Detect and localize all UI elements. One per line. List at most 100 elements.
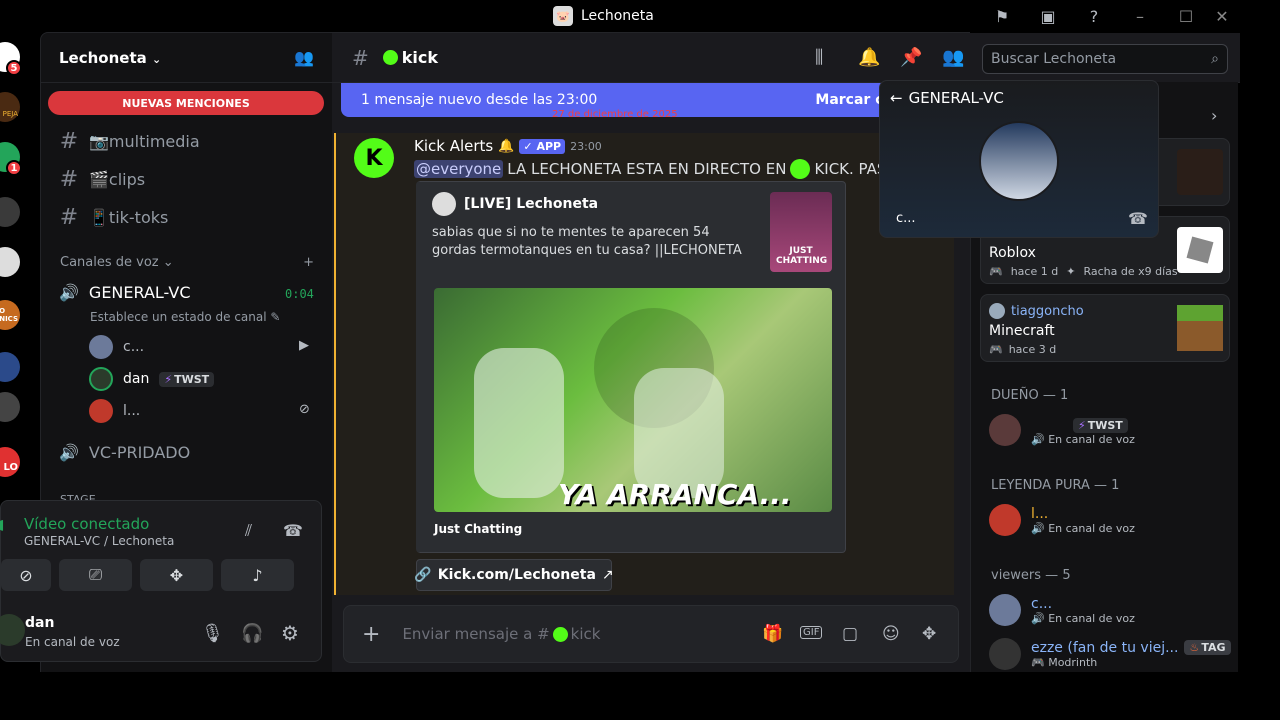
soundboard-button[interactable]: ♪ — [221, 559, 294, 591]
help-icon[interactable]: ? — [1084, 6, 1104, 26]
chevron-right-icon[interactable]: › — [1211, 106, 1217, 125]
voice-channel-general[interactable]: 🔊 GENERAL-VC — [59, 283, 191, 302]
server-icon[interactable] — [0, 197, 20, 227]
avatar — [989, 414, 1021, 446]
notification-bell-icon[interactable]: 🔔 — [858, 47, 880, 68]
voice-user[interactable]: l... — [89, 399, 140, 423]
voice-user[interactable]: dan ⚡ TWST — [89, 367, 215, 391]
embed-thumbnail[interactable]: JUST CHATTING — [770, 192, 832, 272]
avatar — [89, 335, 113, 359]
channel-item-multimedia[interactable]: # 📷 multimedia — [59, 129, 200, 154]
muted-mic-icon: ⊘ — [299, 402, 310, 417]
screen-share-icon[interactable]: ▣ — [1038, 6, 1058, 26]
microphone-icon[interactable]: 🎙 — [201, 623, 224, 644]
server-icon[interactable]: 5 — [0, 42, 22, 76]
voice-timer: 0:04 — [285, 287, 314, 301]
camera-off-icon: ⊘ — [19, 565, 33, 585]
message-header: Kick Alerts 🔔 ✓ APP 23:00 — [414, 137, 602, 155]
add-member-icon[interactable]: 👥 — [294, 48, 314, 67]
server-icon[interactable] — [0, 392, 20, 422]
add-channel-icon[interactable]: + — [303, 255, 314, 270]
channel-item-tik-toks[interactable]: # 📱 tik-toks — [59, 205, 169, 230]
search-icon: ⌕ — [1211, 51, 1219, 67]
pin-icon[interactable]: 📌 — [900, 47, 922, 68]
embed-image[interactable]: YA ARRANCA... — [434, 288, 832, 512]
rtc-channel[interactable]: GENERAL-VC / Lechoneta — [24, 534, 174, 548]
back-arrow-icon[interactable]: ← — [890, 89, 903, 107]
date-divider: 27 de diciembre de 2025 — [552, 109, 678, 120]
game-art-icon — [1177, 149, 1223, 195]
member-list-icon[interactable]: 👥 — [942, 47, 964, 68]
channel-header: # kick ⫼ 🔔 📌 👥 Buscar Lechoneta ⌕ — [332, 33, 1240, 83]
message-input[interactable]: Enviar mensaje a # kick — [402, 625, 600, 643]
speaker-icon: 🔊 — [59, 443, 79, 462]
voice-user[interactable]: c... — [89, 335, 144, 359]
hash-icon: # — [59, 129, 79, 154]
user-tag: ⚡ TWST — [159, 371, 215, 387]
user-tag: ♨ TAG — [1184, 640, 1231, 655]
everyone-mention[interactable]: @everyone — [414, 160, 504, 178]
voice-icon: 🔊 — [1031, 521, 1045, 535]
popout-header[interactable]: ← GENERAL-VC — [890, 89, 1004, 107]
sticker-icon[interactable]: ▢ — [842, 624, 858, 644]
member-item[interactable]: ezze (fan de tu viej... ♨ TAG 🎮 Modrinth — [989, 638, 1231, 670]
add-attachment-icon[interactable]: + — [362, 622, 380, 647]
mention-badge: 1 — [6, 160, 22, 176]
screen-share-button[interactable]: ⎚ — [59, 559, 132, 591]
noise-suppression-icon[interactable]: ⫽ — [245, 521, 252, 541]
lightning-icon: ⚡ — [1078, 419, 1086, 432]
gif-icon[interactable]: GIF — [800, 626, 823, 639]
server-icon[interactable] — [0, 247, 20, 277]
kick-link-button[interactable]: 🔗 Kick.com/Lechoneta ↗ — [414, 559, 614, 591]
server-icon[interactable]: RO ANICS — [0, 300, 20, 330]
soundboard-icon: ♪ — [252, 565, 263, 585]
channel-status-field[interactable]: Establece un estado de canal ✎ — [90, 310, 280, 324]
activities-button[interactable]: ✥ — [140, 559, 213, 591]
hang-up-icon[interactable]: ☎ — [1128, 209, 1148, 228]
server-icon[interactable]: PEJA — [0, 92, 20, 122]
server-icon[interactable]: 1 — [0, 142, 22, 176]
avatar — [989, 504, 1021, 536]
minecraft-icon — [1177, 305, 1223, 351]
disconnect-icon[interactable]: ☎ — [283, 521, 303, 540]
voice-channel-pridado[interactable]: 🔊 VC-PRIDADO — [59, 443, 190, 462]
rtc-status[interactable]: Vídeo conectado — [24, 515, 149, 533]
activity-card-minecraft[interactable]: tiaggoncho Minecraft 🎮 hace 3 d — [980, 294, 1230, 362]
message-author[interactable]: Kick Alerts — [414, 137, 493, 155]
search-input[interactable]: Buscar Lechoneta ⌕ — [982, 44, 1228, 74]
settings-gear-icon[interactable]: ⚙ — [281, 621, 299, 645]
hash-icon: # — [59, 167, 79, 192]
camera-toggle-button[interactable]: ⊘ — [1, 559, 51, 591]
close-icon[interactable]: ✕ — [1212, 6, 1232, 26]
message-composer[interactable]: + Enviar mensaje a # kick 🎁 GIF ▢ ☺ ✥ — [343, 605, 959, 663]
gift-icon[interactable]: 🎁 — [762, 624, 783, 644]
popout-user-avatar[interactable] — [979, 121, 1059, 201]
camera-icon: ▶ — [299, 338, 309, 353]
sparkle-icon: ✦ — [1066, 265, 1076, 278]
new-mentions-button[interactable]: NUEVAS MENCIONES — [48, 91, 324, 115]
apps-icon[interactable]: ✥ — [922, 624, 936, 644]
voice-category[interactable]: Canales de voz ⌄ + — [60, 255, 314, 270]
kick-avatar-icon[interactable]: K — [354, 138, 394, 178]
server-icon[interactable] — [0, 352, 20, 382]
member-item[interactable]: ⚡ TWST 🔊 En canal de voz — [989, 414, 1135, 446]
minimize-icon[interactable]: – — [1130, 6, 1150, 26]
embed-author[interactable]: [LIVE] Lechoneta — [432, 192, 598, 216]
server-icon[interactable]: LO — [0, 447, 20, 477]
voice-icon: 🔊 — [1031, 433, 1045, 446]
emoji-icon[interactable]: ☺ — [882, 624, 900, 644]
member-item[interactable]: c... 🔊 En canal de voz — [989, 594, 1135, 626]
external-link-icon: ↗ — [601, 567, 614, 583]
guild-header[interactable]: Lechoneta ⌄ 👥 — [41, 33, 332, 83]
headphones-icon[interactable]: 🎧 — [241, 623, 263, 644]
activity-title: Minecraft — [989, 323, 1055, 339]
kick-dot-icon — [382, 50, 398, 65]
embed-author-avatar — [432, 192, 456, 216]
popout-user-name: c... — [896, 211, 916, 226]
maximize-icon[interactable]: ☐ — [1176, 6, 1196, 26]
inbox-flag-icon[interactable]: ⚑ — [992, 6, 1012, 26]
channel-title: kick — [401, 48, 439, 67]
threads-icon[interactable]: ⫼ — [815, 47, 823, 68]
member-item[interactable]: l... 🔊 En canal de voz — [989, 504, 1135, 536]
channel-item-clips[interactable]: # 🎬 clips — [59, 167, 145, 192]
